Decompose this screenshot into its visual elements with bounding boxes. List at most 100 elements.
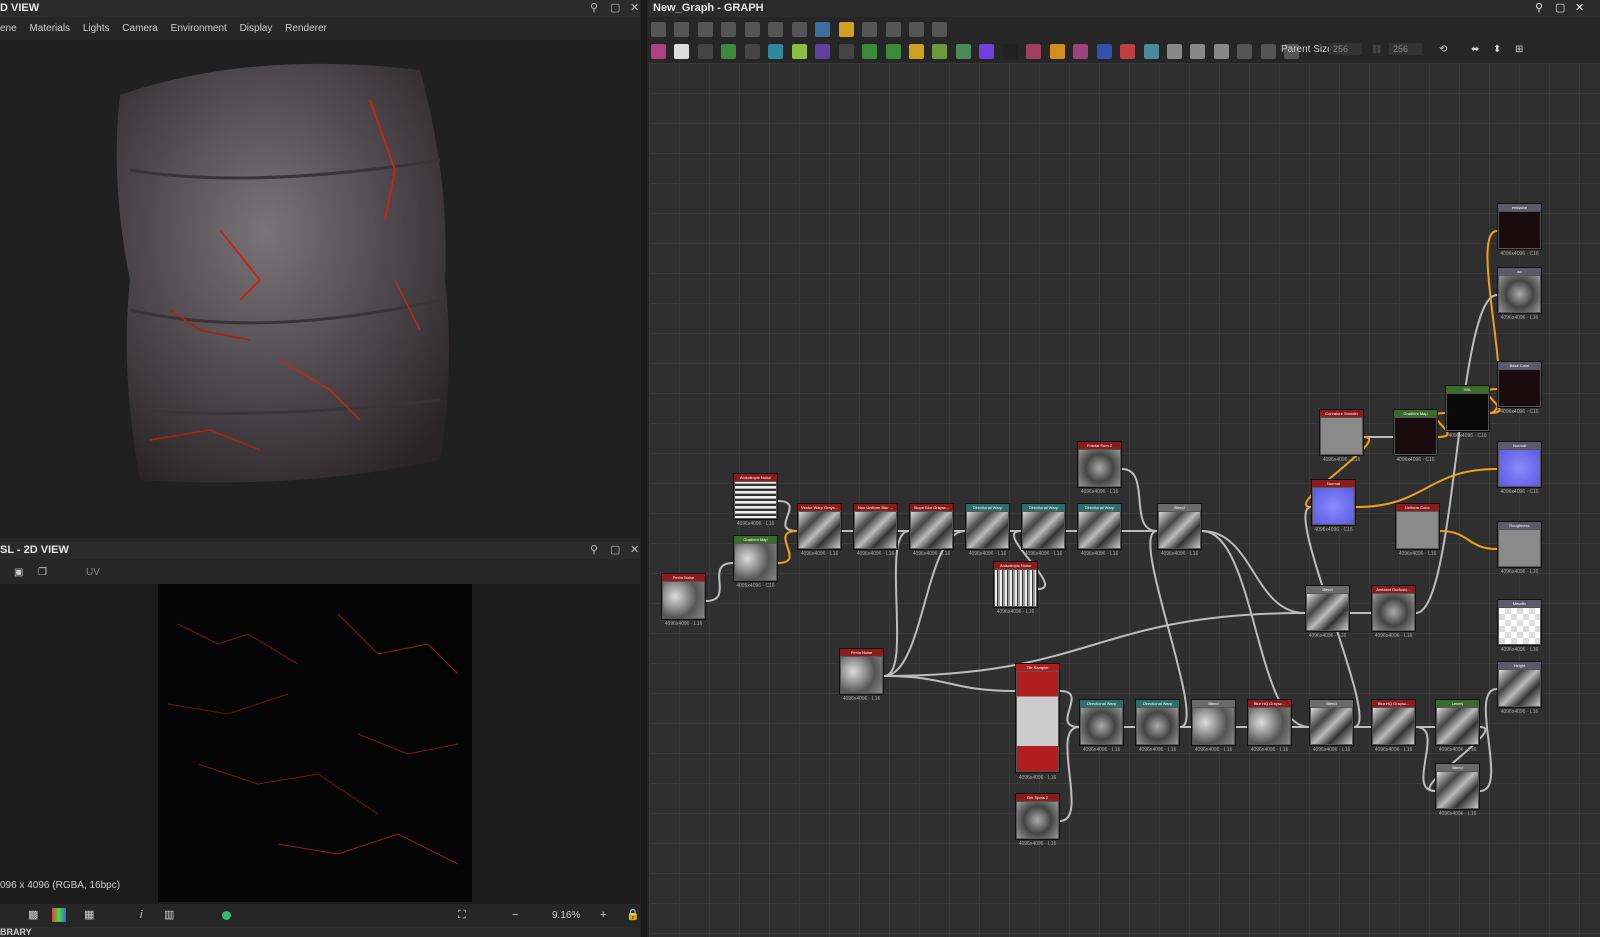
3d-viewport[interactable] bbox=[0, 40, 640, 538]
graph-node-dw2[interactable]: Directional Warp bbox=[1021, 503, 1066, 550]
fit-icon[interactable]: ⛶ bbox=[458, 904, 466, 927]
levels-node-icon[interactable] bbox=[885, 44, 901, 59]
maximize-icon[interactable]: ▢ bbox=[1555, 0, 1565, 17]
link-size-icon[interactable]: ⛓ bbox=[1371, 44, 1382, 55]
text-node-icon[interactable] bbox=[1073, 44, 1089, 59]
graph-node-blend4[interactable]: Blend bbox=[1435, 763, 1480, 810]
graph-node-out_normal[interactable]: Normal bbox=[1497, 441, 1542, 488]
curve2-node-icon[interactable] bbox=[1026, 44, 1042, 59]
panel-divider[interactable] bbox=[641, 0, 647, 937]
copy-icon[interactable]: ❐ bbox=[38, 562, 47, 584]
layout-icon[interactable] bbox=[791, 22, 807, 37]
parent-size-select[interactable]: 256 bbox=[1329, 43, 1363, 55]
color-dot-icon[interactable] bbox=[222, 911, 231, 920]
search-icon[interactable] bbox=[744, 22, 760, 37]
menu-materials[interactable]: Materials bbox=[29, 23, 70, 34]
graph-node-out_emissive[interactable]: emissive bbox=[1497, 203, 1542, 250]
graph-node-dw5[interactable]: Directional Warp bbox=[1135, 699, 1180, 746]
graph-wire-blend1-blend5[interactable] bbox=[1201, 530, 1306, 614]
reset-icon[interactable]: ⟲ bbox=[1439, 44, 1447, 55]
blend-node-icon[interactable] bbox=[744, 44, 760, 59]
python-icon[interactable] bbox=[815, 22, 831, 37]
tools-icon[interactable] bbox=[908, 22, 924, 37]
graph-node-out_base[interactable]: Base Color bbox=[1497, 361, 1542, 408]
close-icon[interactable]: ✕ bbox=[1575, 0, 1584, 17]
graph-node-dw4[interactable]: Directional Warp bbox=[1079, 699, 1124, 746]
graph-node-blend1[interactable]: Blend bbox=[1157, 503, 1202, 550]
merge-node-icon[interactable] bbox=[1190, 44, 1206, 59]
bitmap-node-icon[interactable] bbox=[651, 44, 666, 59]
transform-node-icon[interactable] bbox=[862, 44, 878, 59]
graph-node-out_height[interactable]: Height bbox=[1497, 661, 1542, 708]
share-icon[interactable] bbox=[768, 22, 784, 37]
gradient-node-icon[interactable] bbox=[791, 44, 807, 59]
uv-dropdown[interactable]: UV bbox=[86, 562, 100, 584]
graph-node-uniform[interactable]: Uniform Color bbox=[1395, 503, 1440, 550]
maximize-icon[interactable]: ▢ bbox=[610, 0, 620, 17]
graph-wire-perlin2-blend5[interactable] bbox=[883, 612, 1306, 677]
graph-node-blend5[interactable]: Blend bbox=[1305, 585, 1350, 632]
grid-icon[interactable]: ▦ bbox=[84, 904, 94, 927]
color-mode-icon[interactable] bbox=[52, 908, 66, 922]
pin-icon[interactable]: ⚲ bbox=[590, 542, 598, 559]
hsl-node-icon[interactable] bbox=[908, 44, 924, 59]
histogram-node-icon[interactable] bbox=[955, 44, 971, 59]
graph-wire-blend1-blend3[interactable] bbox=[1201, 530, 1310, 728]
graph-node-aniso1[interactable]: Anisotropic Noise bbox=[733, 473, 778, 520]
hierarchy-icon[interactable]: ⊞ bbox=[1515, 44, 1523, 55]
close-icon[interactable]: ✕ bbox=[630, 542, 639, 559]
graph-wire-perlin2-tile[interactable] bbox=[883, 675, 1016, 692]
svg-node-icon[interactable] bbox=[674, 44, 690, 59]
circle-node-icon[interactable] bbox=[815, 44, 831, 59]
frame-comment-icon[interactable] bbox=[1260, 44, 1276, 59]
frame-icon[interactable] bbox=[651, 22, 666, 37]
warning-node-icon[interactable] bbox=[1049, 44, 1065, 59]
graph-node-fractal[interactable]: Fractal Sum 2 bbox=[1077, 441, 1122, 488]
link-icon[interactable] bbox=[838, 22, 854, 37]
graph-node-curv[interactable]: Curvature Smooth bbox=[1319, 409, 1364, 456]
graph-node-out_ao[interactable]: ao bbox=[1497, 267, 1542, 314]
graph-wire-blend4-out_height[interactable] bbox=[1479, 688, 1498, 792]
align-icon[interactable]: ⬌ bbox=[1471, 44, 1479, 55]
graph-node-normal[interactable]: Normal bbox=[1311, 479, 1356, 526]
graph-node-ao[interactable]: Ambient Occlusio... bbox=[1371, 585, 1416, 632]
graph-node-blend2[interactable]: Blend bbox=[1191, 699, 1236, 746]
graph-node-grit[interactable]: Grit Spots 2 bbox=[1015, 793, 1060, 840]
fx-node-icon[interactable] bbox=[697, 44, 713, 59]
warp-node-icon[interactable] bbox=[768, 44, 784, 59]
graph-wire-grit-dw4[interactable] bbox=[1059, 726, 1080, 822]
graph-node-levels[interactable]: Levels bbox=[1435, 699, 1480, 746]
histogram-icon[interactable]: ▥ bbox=[164, 904, 174, 927]
graph-node-perlin1[interactable]: Perlin Noise bbox=[661, 573, 706, 620]
graph-node-perlin2[interactable]: Perlin Noise bbox=[839, 648, 884, 695]
pattern-node-icon[interactable] bbox=[1143, 44, 1159, 59]
graph-wire-uniform-out_rough[interactable] bbox=[1439, 530, 1498, 550]
close-icon[interactable]: ✕ bbox=[630, 0, 639, 17]
save-icon[interactable]: ▣ bbox=[14, 562, 23, 584]
distribute-icon[interactable]: ⬍ bbox=[1493, 44, 1501, 55]
comment-icon[interactable] bbox=[1237, 44, 1253, 59]
graph-node-aniso2[interactable]: Anisotropic Noise bbox=[993, 561, 1038, 608]
node-graph-canvas[interactable]: Perlin Noise 4096x4096 · L16 Anisotropic N… bbox=[649, 63, 1600, 937]
graph-node-out_rough[interactable]: Roughness bbox=[1497, 521, 1542, 568]
menu-display[interactable]: Display bbox=[240, 23, 273, 34]
menu-lights[interactable]: Lights bbox=[83, 23, 110, 34]
refresh-icon[interactable] bbox=[885, 22, 901, 37]
graph-node-dw3[interactable]: Directional Warp bbox=[1077, 503, 1122, 550]
color-wheel-icon[interactable] bbox=[979, 44, 995, 59]
value-node-icon[interactable] bbox=[1002, 44, 1018, 59]
connect-icon[interactable] bbox=[862, 22, 878, 37]
graph-node-out_metal[interactable]: Metallic bbox=[1497, 599, 1542, 646]
graph-wire-fractal-blend1[interactable] bbox=[1121, 468, 1158, 532]
menu-camera[interactable]: Camera bbox=[122, 23, 158, 34]
frame-node-icon[interactable] bbox=[1096, 44, 1112, 59]
graph-node-hsl[interactable]: HSL bbox=[1445, 385, 1490, 432]
zoom-in-icon[interactable]: + bbox=[600, 904, 606, 927]
graph-node-dw1[interactable]: Directional Warp bbox=[965, 503, 1010, 550]
menu-renderer[interactable]: Renderer bbox=[285, 23, 327, 34]
menu-scene[interactable]: ene bbox=[0, 23, 17, 34]
graph-node-gradmap1[interactable]: Gradient Map bbox=[733, 535, 778, 582]
graph-node-gradmap2[interactable]: Gradient Map bbox=[1393, 409, 1438, 456]
zoom-out-icon[interactable]: − bbox=[512, 904, 518, 927]
camera-icon[interactable] bbox=[697, 22, 713, 37]
